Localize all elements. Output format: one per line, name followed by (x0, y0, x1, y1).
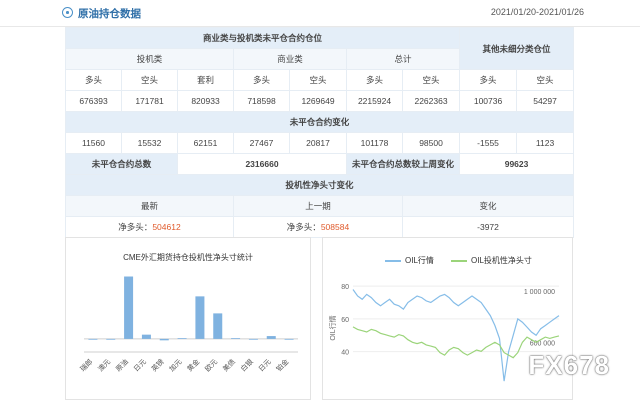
date-range: 2021/01/20-2021/01/26 (490, 7, 584, 17)
change-row: 11560 15532 62151 27467 20817 101178 985… (65, 132, 575, 154)
bar (88, 338, 98, 340)
tick-label: 美债 (221, 357, 237, 373)
cell: 171781 (121, 90, 178, 112)
cell: 820933 (177, 90, 234, 112)
cell: 98500 (401, 132, 461, 154)
tick-label: 英镑 (149, 357, 165, 373)
total-value: 2316660 (177, 153, 347, 175)
cell: -1555 (459, 132, 518, 154)
cell: 1269649 (289, 90, 347, 112)
cell: 11560 (65, 132, 122, 154)
y-axis-label: OIL行情 (328, 315, 337, 340)
cell: 1123 (516, 132, 575, 154)
col-header: 空头 (289, 69, 347, 91)
net-label: 净多头： (286, 222, 321, 232)
bar (141, 334, 151, 339)
tick-label: 澳元 (96, 357, 112, 373)
bar-chart-panel: CME外汇期货持仓投机性净头寸统计 瑞郎 澳元 原油 日元 英镑 加元 黄金 欧元 美债 白银 日元… (65, 237, 311, 400)
bar (248, 338, 258, 340)
section-header: 原油持仓数据 2021/01/20-2021/01/26 (0, 0, 640, 27)
latest-net: 净多头：504612 (65, 216, 234, 238)
col-header: 空头 (401, 69, 461, 91)
col-header: 空头 (516, 69, 575, 91)
tick-label: 白银 (239, 357, 255, 373)
bar (195, 296, 205, 339)
tick-label: 日元 (132, 358, 148, 374)
tick-label: 铂金 (274, 357, 290, 373)
left-tick: 80 (341, 284, 349, 291)
cell: 2215924 (346, 90, 403, 112)
prev-value: 508584 (320, 222, 350, 232)
right-tick: 1 000 000 (524, 289, 555, 296)
cell: 2262363 (401, 90, 461, 112)
col-header-row: 多头 空头 套利 多头 空头 多头 空头 多头 空头 (65, 69, 575, 91)
group-spec: 投机类 (65, 48, 234, 70)
tick-label: 黄金 (185, 357, 201, 373)
sec3-title: 投机性净头寸变化 (64, 174, 575, 196)
bar (284, 338, 294, 340)
cell: 718598 (233, 90, 290, 112)
cell: 101178 (346, 132, 403, 154)
diff-value: -3972 (401, 216, 575, 238)
left-tick: 60 (341, 317, 349, 324)
col-header: 多头 (459, 69, 518, 91)
col-header: 套利 (177, 69, 234, 91)
change-label: 未平仓合约总数较上周变化 (345, 153, 461, 175)
tick-label: 原油 (114, 357, 130, 373)
net-label: 净多头： (118, 222, 153, 232)
tick-label: 欧元 (203, 357, 219, 373)
total-label: 未平仓合约总数 (65, 153, 178, 175)
cell: 54297 (516, 90, 575, 112)
tick-label: 加元 (167, 357, 183, 373)
bar (124, 276, 134, 339)
col-header: 空头 (121, 69, 178, 91)
bar-chart: 瑞郎 澳元 原油 日元 英镑 加元 黄金 欧元 美债 白银 日元 铂金 (78, 276, 298, 374)
bar (213, 313, 223, 339)
cell: 15532 (121, 132, 178, 154)
tick-label: 瑞郎 (78, 357, 94, 373)
tick-label: 日元 (257, 358, 273, 374)
cell: 20817 (289, 132, 347, 154)
col-header: 多头 (65, 69, 122, 91)
bar (266, 336, 276, 339)
col-header: 多头 (233, 69, 290, 91)
change-value: 99623 (459, 153, 575, 175)
bar (106, 338, 116, 340)
fx678-watermark: FX678 (528, 350, 610, 380)
prev-label: 上一期 (233, 195, 403, 217)
circle-dot-icon (62, 7, 73, 18)
sec2-title: 未平仓合约变化 (64, 111, 575, 133)
section-title: 原油持仓数据 (78, 8, 141, 20)
col-header: 多头 (346, 69, 403, 91)
cell: 100736 (459, 90, 518, 112)
cell: 676393 (65, 90, 122, 112)
group-total: 总计 (345, 48, 461, 70)
bar (231, 338, 241, 339)
sec1-title: 商业类与投机类未平仓合约仓位 (64, 27, 461, 49)
bar (159, 338, 169, 341)
latest-value: 504612 (152, 222, 181, 232)
positions-table: 商业类与投机类未平仓合约仓位 其他未细分类仓位 投机类 商业类 总计 多头 空头… (64, 27, 575, 238)
latest-label: 最新 (65, 195, 234, 217)
other-title: 其他未细分类仓位 (459, 27, 575, 70)
cell: 62151 (177, 132, 234, 154)
bar (177, 338, 187, 339)
cell: 27467 (233, 132, 290, 154)
positions-row: 676393 171781 820933 718598 1269649 2215… (65, 90, 575, 112)
diff-label: 变化 (401, 195, 575, 217)
group-comm: 商业类 (233, 48, 347, 70)
prev-net: 净多头：508584 (233, 216, 403, 238)
left-tick: 40 (341, 350, 349, 357)
